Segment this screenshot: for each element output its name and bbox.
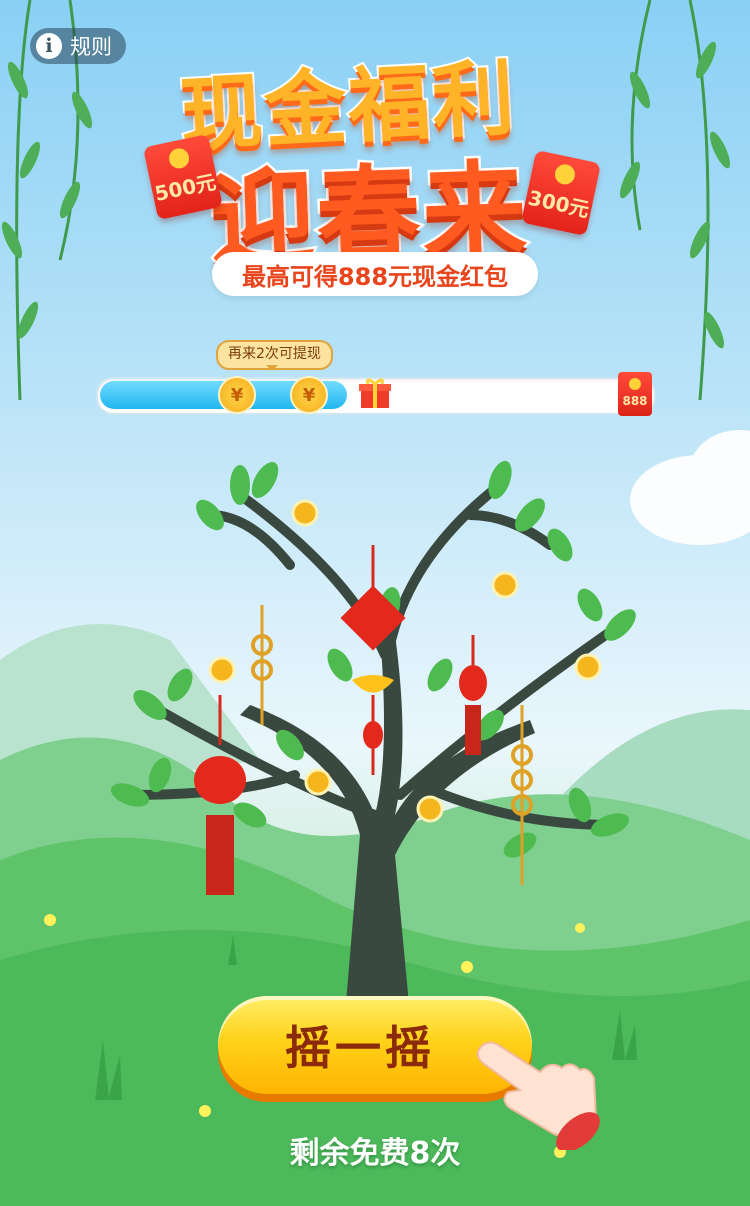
gift-box-icon (359, 378, 391, 408)
coin-icon (167, 146, 191, 171)
subtitle-pill: 最高可得888元现金红包 (212, 252, 538, 296)
page: i 规则 现金福利 迎春来 500元 300元 最高可得888元现金红包 再来2… (0, 0, 750, 1206)
envelope-right-amount: 300元 (526, 185, 592, 222)
remaining-count: 剩余免费8次 (289, 1136, 461, 1171)
coin-icon (553, 162, 577, 187)
coin-icon (629, 378, 641, 390)
shake-button-label: 摇一摇 (285, 1021, 435, 1075)
envelope-left-amount: 500元 (152, 169, 218, 206)
rules-label: 规则 (70, 35, 112, 59)
progress-tooltip: 再来2次可提现 (216, 340, 333, 371)
rules-button[interactable]: i 规则 (30, 28, 126, 64)
subtitle: 最高可得888元现金红包 (241, 262, 509, 291)
progress-coin-1: ¥ (218, 376, 256, 414)
progress-coin-2: ¥ (290, 376, 328, 414)
info-icon: i (36, 33, 62, 59)
reward-amount: 888 (622, 394, 648, 408)
reward-envelope: 888 (618, 372, 652, 416)
money-tree[interactable] (90, 455, 670, 1015)
